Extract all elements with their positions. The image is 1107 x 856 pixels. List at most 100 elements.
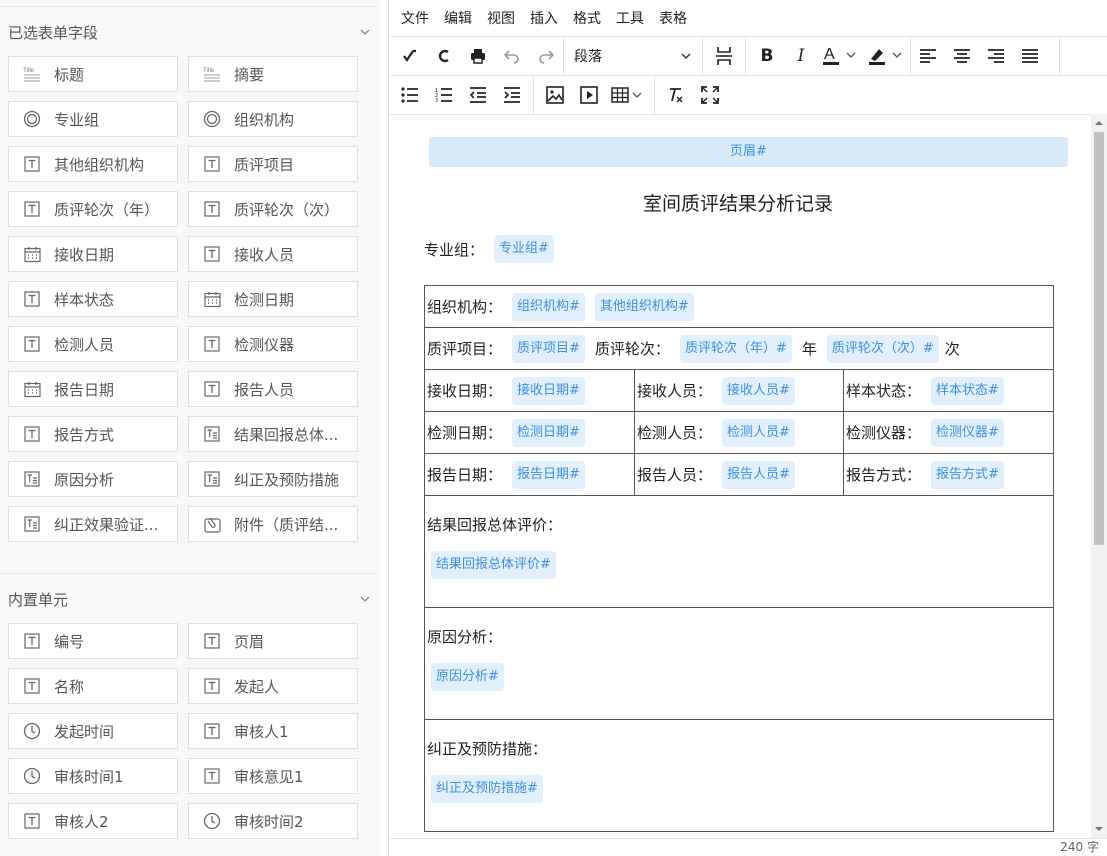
table-cell[interactable]: 样本状态： 样本状态#	[842, 369, 1055, 412]
vertical-scrollbar[interactable]	[1091, 114, 1107, 838]
round-times-tag[interactable]: 质评轮次（次）#	[826, 334, 939, 363]
field-item[interactable]: 接收日期	[8, 236, 178, 272]
field-item[interactable]: 专业组	[8, 101, 178, 137]
highlight-color-button[interactable]	[864, 41, 910, 71]
bullet-list-button[interactable]	[393, 80, 427, 110]
prevent-tag[interactable]: 纠正及预防措施#	[431, 775, 543, 803]
field-item[interactable]: 审核人2	[8, 803, 178, 839]
field-item[interactable]: 发起人	[188, 668, 358, 704]
insert-table-button[interactable]	[606, 80, 650, 110]
field-item[interactable]: 质评轮次（年）	[8, 191, 178, 227]
field-item[interactable]: 原因分析	[8, 461, 178, 497]
field-item[interactable]: 页眉	[188, 623, 358, 659]
field-item[interactable]: 报告日期	[8, 371, 178, 407]
field-item[interactable]: 检测人员	[8, 326, 178, 362]
numbered-list-button[interactable]: 123	[427, 80, 461, 110]
report-date-tag[interactable]: 报告日期#	[512, 460, 585, 489]
redo-button[interactable]	[529, 41, 563, 71]
field-item[interactable]: 质评轮次（次）	[188, 191, 358, 227]
field-item[interactable]: 审核时间2	[188, 803, 358, 839]
table-cell[interactable]: 接收人员： 接收人员#	[634, 369, 844, 412]
table-cell[interactable]: 报告日期： 报告日期#	[424, 453, 635, 496]
undo-button[interactable]	[495, 41, 529, 71]
menu-format[interactable]: 格式	[573, 8, 601, 28]
align-right-button[interactable]	[979, 41, 1013, 71]
table-cell[interactable]: 接收日期： 接收日期#	[424, 369, 635, 412]
receiver-tag[interactable]: 接收人员#	[722, 376, 795, 405]
reporter-tag[interactable]: 报告人员#	[722, 460, 795, 489]
group-tag[interactable]: 专业组#	[494, 235, 554, 263]
field-item[interactable]: 审核人1	[188, 713, 358, 749]
field-item[interactable]: 编号	[8, 623, 178, 659]
round-year-tag[interactable]: 质评轮次（年）#	[679, 334, 792, 363]
scrollbar-thumb[interactable]	[1094, 132, 1104, 545]
field-item[interactable]: 附件（质评结...	[188, 506, 358, 542]
table-cell[interactable]: 结果回报总体评价： 结果回报总体评价#	[423, 495, 1055, 608]
table-cell[interactable]: 组织机构： 组织机构# 其他组织机构#	[423, 285, 1055, 328]
table-cell[interactable]: 报告人员： 报告人员#	[634, 453, 844, 496]
other-org-tag[interactable]: 其他组织机构#	[594, 292, 694, 321]
table-cell[interactable]: 检测日期： 检测日期#	[424, 411, 635, 454]
report-method-tag[interactable]: 报告方式#	[931, 460, 1004, 489]
field-item[interactable]: Title 标题	[8, 56, 178, 92]
field-item[interactable]: 审核意见1	[188, 758, 358, 794]
menu-insert[interactable]: 插入	[530, 8, 558, 28]
document-canvas[interactable]: 页眉# 室间质评结果分析记录 专业组： 专业组# 组织机构： 组织机构# 其他组…	[389, 114, 1107, 839]
field-item[interactable]: 检测仪器	[188, 326, 358, 362]
field-item[interactable]: 报告人员	[188, 371, 358, 407]
menu-file[interactable]: 文件	[401, 8, 429, 28]
field-item[interactable]: 发起时间	[8, 713, 178, 749]
print-button[interactable]	[461, 41, 495, 71]
scroll-down-icon[interactable]	[1091, 822, 1107, 836]
table-cell[interactable]: 检测仪器： 检测仪器#	[842, 411, 1055, 454]
section-builtin-header[interactable]: 内置单元	[8, 582, 378, 616]
clear-style-button[interactable]	[427, 41, 461, 71]
field-item[interactable]: 其他组织机构	[8, 146, 178, 182]
cause-tag[interactable]: 原因分析#	[431, 663, 504, 691]
table-cell[interactable]: 纠正及预防措施： 纠正及预防措施#	[423, 719, 1055, 832]
fullscreen-button[interactable]	[693, 80, 727, 110]
menu-view[interactable]: 视图	[487, 8, 515, 28]
field-item[interactable]: 接收人员	[188, 236, 358, 272]
insert-image-button[interactable]	[538, 80, 572, 110]
menu-edit[interactable]: 编辑	[444, 8, 472, 28]
field-item[interactable]: 检测日期	[188, 281, 358, 317]
item-tag[interactable]: 质评项目#	[512, 334, 585, 363]
detect-date-tag[interactable]: 检测日期#	[512, 418, 585, 447]
field-item[interactable]: 质评项目	[188, 146, 358, 182]
table-cell[interactable]: 质评项目： 质评项目# 质评轮次： 质评轮次（年）# 年 质评轮次（次）# 次	[423, 327, 1055, 370]
field-item[interactable]: Title 摘要	[188, 56, 358, 92]
field-item[interactable]: 纠正效果验证...	[8, 506, 178, 542]
receive-date-tag[interactable]: 接收日期#	[512, 376, 585, 405]
menu-tools[interactable]: 工具	[616, 8, 644, 28]
field-item[interactable]: 组织机构	[188, 101, 358, 137]
format-painter-button[interactable]	[393, 41, 427, 71]
page-header-field[interactable]: 页眉#	[429, 137, 1068, 167]
align-left-button[interactable]	[911, 41, 945, 71]
detector-tag[interactable]: 检测人员#	[722, 418, 795, 447]
field-item[interactable]: 样本状态	[8, 281, 178, 317]
scroll-up-icon[interactable]	[1091, 116, 1107, 130]
field-item[interactable]: 审核时间1	[8, 758, 178, 794]
align-center-button[interactable]	[945, 41, 979, 71]
field-item[interactable]: 报告方式	[8, 416, 178, 452]
remove-format-button[interactable]	[659, 80, 693, 110]
align-justify-button[interactable]	[1013, 41, 1047, 71]
indent-button[interactable]	[495, 80, 529, 110]
insert-video-button[interactable]	[572, 80, 606, 110]
page-break-button[interactable]	[703, 41, 745, 71]
instrument-tag[interactable]: 检测仪器#	[931, 418, 1004, 447]
paragraph-select[interactable]: 段落	[564, 41, 702, 71]
section-selected-fields-header[interactable]: 已选表单字段	[8, 15, 378, 49]
menu-table[interactable]: 表格	[659, 8, 687, 28]
bold-button[interactable]: B	[750, 41, 784, 71]
field-item[interactable]: 纠正及预防措施	[188, 461, 358, 497]
table-cell[interactable]: 检测人员： 检测人员#	[634, 411, 844, 454]
table-cell[interactable]: 原因分析： 原因分析#	[423, 607, 1055, 720]
sample-status-tag[interactable]: 样本状态#	[931, 376, 1004, 405]
field-item[interactable]: 名称	[8, 668, 178, 704]
org-tag[interactable]: 组织机构#	[512, 292, 585, 321]
result-eval-tag[interactable]: 结果回报总体评价#	[431, 551, 556, 579]
table-cell[interactable]: 报告方式： 报告方式#	[842, 453, 1055, 496]
outdent-button[interactable]	[461, 80, 495, 110]
